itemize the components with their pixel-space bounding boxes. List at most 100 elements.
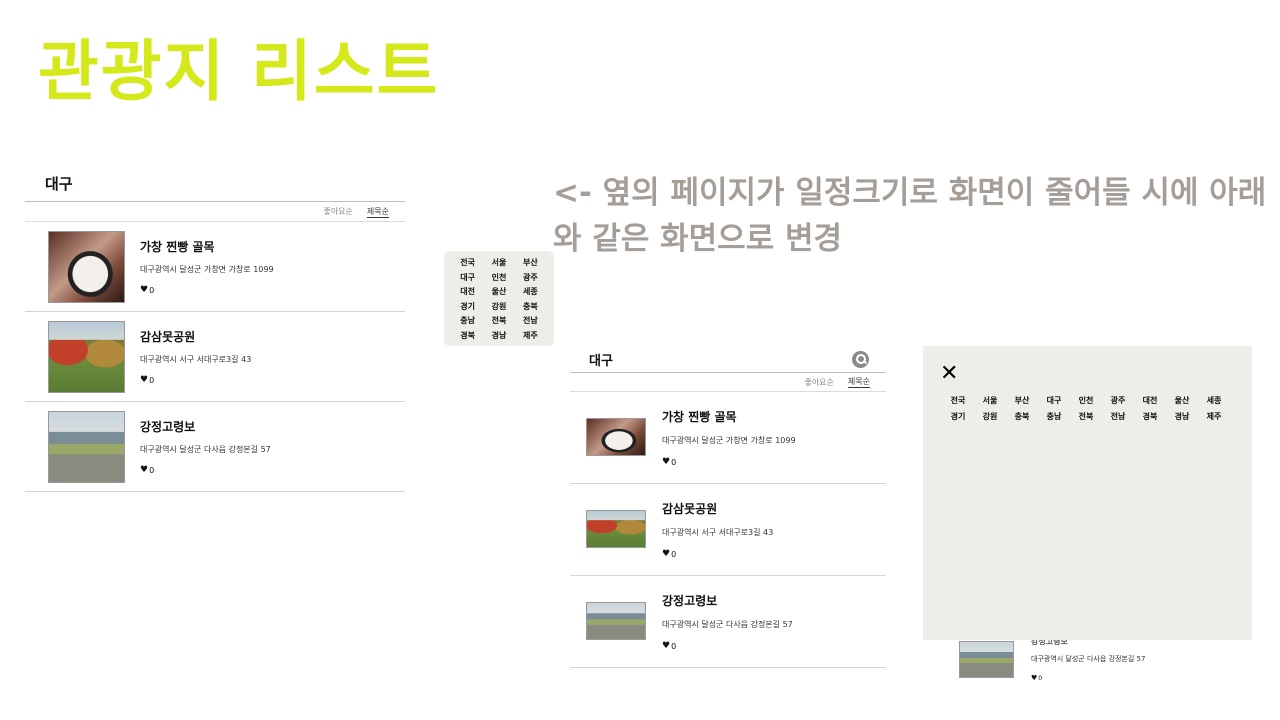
- item-address: 대구광역시 달성군 가창면 가창로 1099: [662, 436, 796, 445]
- region-option[interactable]: 울산: [483, 285, 514, 299]
- region-option[interactable]: 부산: [1006, 394, 1038, 408]
- region-option[interactable]: 인천: [1070, 394, 1102, 408]
- heart-icon: ♥: [140, 285, 149, 295]
- search-icon[interactable]: [852, 350, 869, 368]
- region-option[interactable]: 제주: [515, 329, 546, 343]
- item-address: 대구광역시 달성군 가창면 가창로 1099: [140, 265, 274, 274]
- list-item[interactable]: 강정고령보 대구광역시 달성군 다사읍 강정본길 57 ♥ 0: [923, 636, 1252, 696]
- region-selector: 전국 서울 부산 대구 인천 광주 대전 울산 세종 경기 강원 충북 충남 전…: [444, 251, 554, 346]
- likes-count: 0: [1038, 674, 1043, 682]
- list-header: 대구: [570, 346, 886, 373]
- item-thumbnail: [48, 321, 125, 393]
- item-name[interactable]: 가창 찐빵 골목: [140, 238, 215, 255]
- region-option[interactable]: 광주: [1102, 394, 1134, 408]
- sort-by-name[interactable]: 제목순: [847, 376, 870, 388]
- sort-options: 좋아요순 제목순: [570, 373, 886, 392]
- region-option[interactable]: 충남: [1038, 410, 1070, 424]
- sort-options: 좋아요순 제목순: [25, 202, 405, 222]
- item-thumbnail: [586, 510, 646, 548]
- slide-title: 관광지 리스트: [38, 33, 440, 110]
- region-option[interactable]: 대구: [1038, 394, 1070, 408]
- item-thumbnail: [48, 231, 125, 303]
- list-header: 대구: [25, 165, 405, 202]
- tour-list-narrow: 대구 좋아요순 제목순 가창 찐빵 골목 대구광역시 달성군 가창면 가창로 1…: [570, 346, 886, 668]
- region-option[interactable]: 충남: [452, 314, 483, 328]
- region-option[interactable]: 강원: [483, 300, 514, 314]
- item-name[interactable]: 가창 찐빵 골목: [662, 408, 737, 425]
- item-likes[interactable]: ♥ 0: [140, 285, 154, 295]
- region-option[interactable]: 부산: [515, 256, 546, 270]
- sort-by-name[interactable]: 제목순: [366, 206, 389, 218]
- heart-icon: ♥: [662, 549, 671, 559]
- item-name[interactable]: 강정고령보: [140, 418, 195, 435]
- item-name[interactable]: 감삼못공원: [140, 328, 195, 345]
- region-option[interactable]: 경기: [452, 300, 483, 314]
- region-title: 대구: [45, 174, 73, 193]
- region-option[interactable]: 전국: [452, 256, 483, 270]
- region-option[interactable]: 강원: [974, 410, 1006, 424]
- item-thumbnail: [959, 641, 1014, 678]
- region-option[interactable]: 전남: [515, 314, 546, 328]
- sort-by-likes[interactable]: 좋아요순: [323, 206, 352, 217]
- likes-count: 0: [671, 457, 677, 467]
- item-name[interactable]: 감삼못공원: [662, 500, 717, 517]
- item-likes[interactable]: ♥ 0: [662, 549, 676, 559]
- region-option[interactable]: 서울: [974, 394, 1006, 408]
- item-likes[interactable]: ♥ 0: [662, 457, 676, 467]
- sort-by-likes[interactable]: 좋아요순: [804, 377, 833, 388]
- region-title: 대구: [589, 353, 613, 369]
- list-item-peek: 강정고령보 대구광역시 달성군 다사읍 강정본길 57 ♥ 0: [923, 636, 1252, 696]
- likes-count: 0: [671, 641, 677, 651]
- region-option[interactable]: 경북: [452, 329, 483, 343]
- tour-list-wide: 대구 좋아요순 제목순 가창 찐빵 골목 대구광역시 달성군 가창면 가창로 1…: [25, 165, 405, 492]
- heart-icon: ♥: [662, 457, 671, 467]
- region-option[interactable]: 경남: [483, 329, 514, 343]
- region-option[interactable]: 울산: [1166, 394, 1198, 408]
- item-address: 대구광역시 달성군 다사읍 강정본길 57: [1031, 655, 1146, 663]
- list-item[interactable]: 가창 찐빵 골목 대구광역시 달성군 가창면 가창로 1099 ♥ 0: [570, 392, 886, 484]
- item-likes[interactable]: ♥ 0: [140, 375, 154, 385]
- item-likes[interactable]: ♥ 0: [662, 641, 676, 651]
- likes-count: 0: [149, 465, 155, 475]
- region-option[interactable]: 광주: [515, 271, 546, 285]
- region-option[interactable]: 경남: [1166, 410, 1198, 424]
- list-item[interactable]: 강정고령보 대구광역시 달성군 다사읍 강정본길 57 ♥ 0: [570, 576, 886, 668]
- list-item[interactable]: 감삼못공원 대구광역시 서구 서대구로3길 43 ♥ 0: [25, 312, 405, 402]
- region-option[interactable]: 세종: [515, 285, 546, 299]
- region-option[interactable]: 충북: [1006, 410, 1038, 424]
- region-option[interactable]: 대전: [452, 285, 483, 299]
- region-option[interactable]: 대전: [1134, 394, 1166, 408]
- region-option[interactable]: 전북: [1070, 410, 1102, 424]
- region-option[interactable]: 세종: [1198, 394, 1230, 408]
- item-name[interactable]: 강정고령보: [662, 592, 717, 609]
- likes-count: 0: [671, 549, 677, 559]
- annotation-note: <- 옆의 페이지가 일정크기로 화면이 줄어들 시에 아래와 같은 화면으로 …: [553, 175, 1267, 257]
- heart-icon: ♥: [140, 465, 149, 475]
- item-thumbnail: [586, 602, 646, 640]
- list-item[interactable]: 감삼못공원 대구광역시 서구 서대구로3길 43 ♥ 0: [570, 484, 886, 576]
- region-option[interactable]: 전국: [942, 394, 974, 408]
- heart-icon: ♥: [1031, 674, 1038, 682]
- region-option[interactable]: 대구: [452, 271, 483, 285]
- region-overlay: ✕ 전국 서울 부산 대구 인천 광주 대전 울산 세종 경기 강원 충북 충남…: [923, 346, 1252, 640]
- heart-icon: ♥: [140, 375, 149, 385]
- likes-count: 0: [149, 285, 155, 295]
- item-thumbnail: [48, 411, 125, 483]
- heart-icon: ♥: [662, 641, 671, 651]
- list-item[interactable]: 가창 찐빵 골목 대구광역시 달성군 가창면 가창로 1099 ♥ 0: [25, 222, 405, 312]
- region-option[interactable]: 서울: [483, 256, 514, 270]
- close-icon[interactable]: ✕: [940, 363, 958, 385]
- region-option[interactable]: 경기: [942, 410, 974, 424]
- item-likes[interactable]: ♥ 0: [1031, 674, 1042, 682]
- list-item[interactable]: 강정고령보 대구광역시 달성군 다사읍 강정본길 57 ♥ 0: [25, 402, 405, 492]
- region-option[interactable]: 전남: [1102, 410, 1134, 424]
- region-option[interactable]: 전북: [483, 314, 514, 328]
- region-option[interactable]: 인천: [483, 271, 514, 285]
- item-address: 대구광역시 서구 서대구로3길 43: [140, 355, 252, 364]
- region-option[interactable]: 경북: [1134, 410, 1166, 424]
- item-likes[interactable]: ♥ 0: [140, 465, 154, 475]
- likes-count: 0: [149, 375, 155, 385]
- region-option[interactable]: 제주: [1198, 410, 1230, 424]
- region-option[interactable]: 충북: [515, 300, 546, 314]
- item-address: 대구광역시 달성군 다사읍 강정본길 57: [662, 620, 793, 629]
